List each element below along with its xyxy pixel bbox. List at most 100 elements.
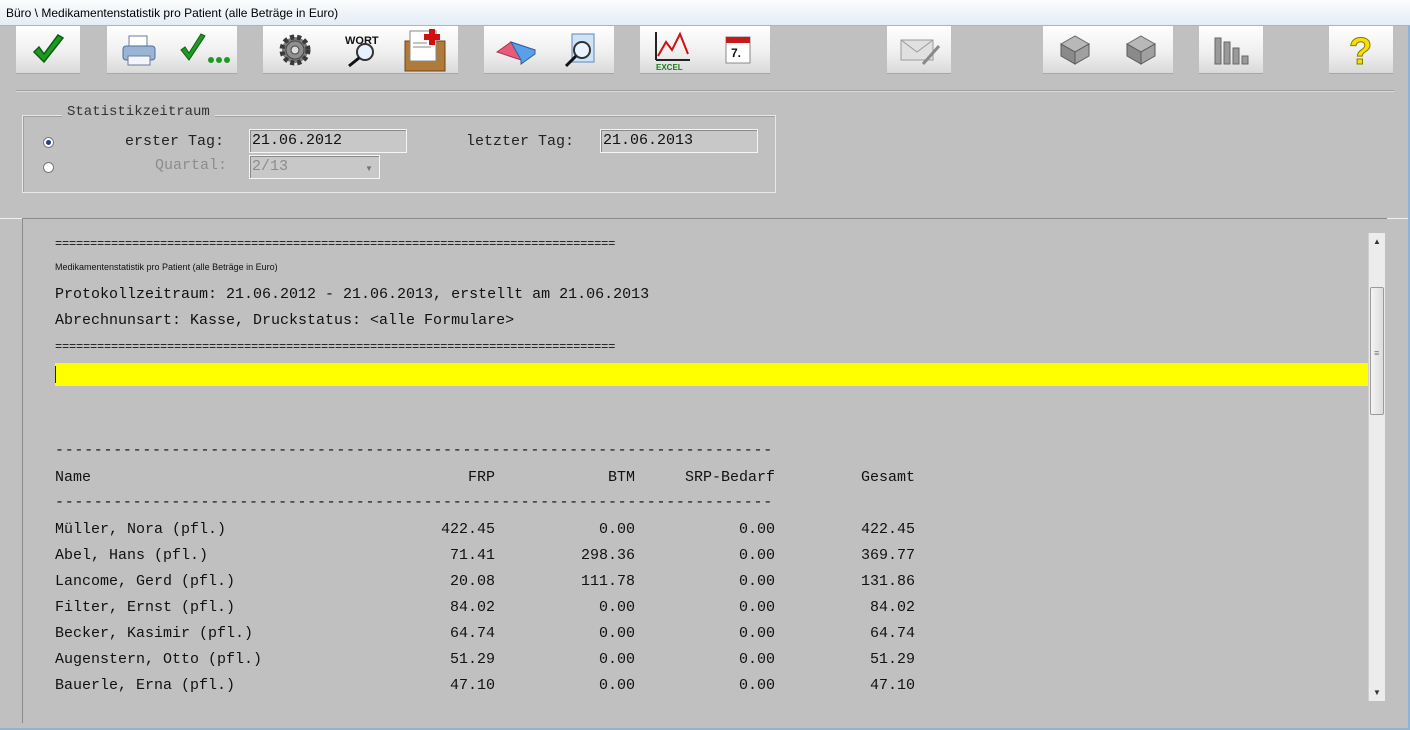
tray-group	[1043, 26, 1173, 74]
question-mark-icon: ?	[1329, 26, 1393, 74]
srp-value: 0.00	[738, 547, 775, 564]
vertical-scrollbar[interactable]: ▲ ≡ ▼	[1368, 233, 1385, 701]
table-row[interactable]: Bauerle, Erna (pfl.) 47.10 0.00 0.00 47.10	[55, 677, 925, 697]
btm-value: 0.00	[598, 677, 635, 694]
table-row[interactable]: Becker, Kasimir (pfl.) 64.74 0.00 0.00 64.74	[55, 625, 925, 645]
gear-icon	[279, 34, 311, 66]
first-day-field[interactable]: 21.06.2012	[249, 129, 407, 153]
srp-value: 0.00	[738, 625, 775, 642]
calendar-button[interactable]: 7.	[706, 26, 770, 74]
tools-group: WORT	[263, 26, 458, 74]
chevron-down-icon: ▼	[365, 164, 373, 173]
excel-label: EXCEL	[656, 63, 683, 72]
report-separator-bottom: ========================================…	[55, 340, 616, 354]
quarter-radio[interactable]	[43, 162, 54, 173]
frp-value: 422.45	[440, 521, 495, 538]
frp-value: 20.08	[449, 573, 495, 590]
scroll-thumb[interactable]: ≡	[1370, 287, 1384, 415]
table-row[interactable]: Abel, Hans (pfl.) 71.41 298.36 0.00 369.77	[55, 547, 925, 567]
eraser-button[interactable]	[484, 26, 548, 74]
document-search-button[interactable]	[550, 26, 614, 74]
print-button[interactable]	[107, 26, 171, 74]
report-separator-top: ========================================…	[55, 237, 616, 251]
table-rule-top: ----------------------------------------…	[55, 442, 773, 459]
last-day-field[interactable]: 21.06.2013	[600, 129, 758, 153]
gesamt-value: 131.86	[860, 573, 915, 590]
gesamt-value: 47.10	[869, 677, 915, 694]
frp-value: 47.10	[449, 677, 495, 694]
btm-value: 0.00	[598, 521, 635, 538]
btm-value: 0.00	[598, 599, 635, 616]
srp-value: 0.00	[738, 521, 775, 538]
srp-value: 0.00	[738, 599, 775, 616]
word-magnifier-icon: WORT	[345, 35, 379, 68]
patient-name: Becker, Kasimir (pfl.)	[55, 625, 254, 642]
highlighted-line[interactable]	[55, 363, 1368, 386]
check-dots-icon	[180, 33, 230, 63]
toolbar-divider	[16, 90, 1394, 92]
mail-button[interactable]	[887, 26, 951, 74]
column-header-gesamt: Gesamt	[860, 469, 915, 486]
btm-value: 111.78	[580, 573, 635, 590]
tray-icon	[1125, 35, 1157, 65]
gesamt-value: 64.74	[869, 625, 915, 642]
word-search-button[interactable]: WORT	[328, 26, 392, 74]
bar-chart-button[interactable]	[1199, 26, 1263, 74]
green-check-icon	[16, 26, 80, 74]
quarter-label: Quartal:	[155, 157, 228, 174]
patient-name: Filter, Ernst (pfl.)	[55, 599, 236, 616]
column-header-srp: SRP-Bedarf	[684, 469, 775, 486]
gesamt-value: 422.45	[860, 521, 915, 538]
range-radio[interactable]	[43, 137, 54, 148]
frp-value: 51.29	[449, 651, 495, 668]
btm-value: 298.36	[580, 547, 635, 564]
medical-folder-icon	[404, 29, 446, 72]
ok-check-button[interactable]	[16, 26, 80, 74]
table-rule-bottom: ----------------------------------------…	[55, 494, 773, 511]
print-group	[107, 26, 237, 74]
tray-down-button[interactable]	[1109, 26, 1173, 74]
btm-value: 0.00	[598, 625, 635, 642]
patient-name: Lancome, Gerd (pfl.)	[55, 573, 236, 590]
column-header-btm: BTM	[607, 469, 635, 486]
patient-folder-button[interactable]	[393, 26, 457, 74]
tray-icon	[1059, 35, 1091, 65]
gesamt-value: 51.29	[869, 651, 915, 668]
frp-value: 84.02	[449, 599, 495, 616]
table-row[interactable]: Filter, Ernst (pfl.) 84.02 0.00 0.00 84.02	[55, 599, 925, 619]
table-row[interactable]: Müller, Nora (pfl.) 422.45 0.00 0.00 422.45	[55, 521, 925, 541]
bar-chart-icon	[1199, 26, 1263, 74]
envelope-pen-icon	[887, 26, 951, 74]
calendar-label: 7.	[731, 46, 741, 60]
frp-value: 71.41	[449, 547, 495, 564]
btm-value: 0.00	[598, 651, 635, 668]
table-row[interactable]: Lancome, Gerd (pfl.) 20.08 111.78 0.00 131.8…	[55, 573, 925, 593]
report-billing-line: Abrechnunsart: Kasse, Druckstatus: <alle…	[55, 312, 515, 329]
tray-up-button[interactable]	[1043, 26, 1107, 74]
settings-button[interactable]	[263, 26, 327, 74]
help-button[interactable]: ?	[1329, 26, 1393, 74]
eraser-icon	[495, 41, 537, 65]
patient-name: Augenstern, Otto (pfl.)	[55, 651, 263, 668]
window-title: Büro \ Medikamentenstatistik pro Patient…	[6, 6, 339, 20]
scroll-up-arrow-icon[interactable]: ▲	[1369, 233, 1385, 250]
patient-name: Müller, Nora (pfl.)	[55, 521, 227, 538]
srp-value: 0.00	[738, 677, 775, 694]
patient-name: Abel, Hans (pfl.)	[55, 547, 209, 564]
period-group	[22, 115, 776, 193]
table-row[interactable]: Augenstern, Otto (pfl.) 51.29 0.00 0.00 51.2…	[55, 651, 925, 671]
scroll-down-arrow-icon[interactable]: ▼	[1369, 684, 1385, 701]
column-header-frp: FRP	[467, 469, 495, 486]
column-header-name: Name	[55, 469, 92, 486]
document-magnifier-icon	[564, 33, 595, 68]
excel-export-button[interactable]: EXCEL	[640, 26, 704, 74]
help-label: ?	[1349, 31, 1372, 70]
period-legend: Statistikzeitraum	[62, 104, 215, 120]
check-more-button[interactable]	[173, 26, 237, 74]
frp-value: 64.74	[449, 625, 495, 642]
calendar-icon: 7.	[725, 36, 751, 64]
export-group: EXCEL 7.	[640, 26, 770, 74]
grip-icon: ≡	[1374, 348, 1380, 358]
report-period-line: Protokollzeitraum: 21.06.2012 - 21.06.20…	[55, 286, 650, 303]
title-bar: Büro \ Medikamentenstatistik pro Patient…	[0, 0, 1410, 26]
